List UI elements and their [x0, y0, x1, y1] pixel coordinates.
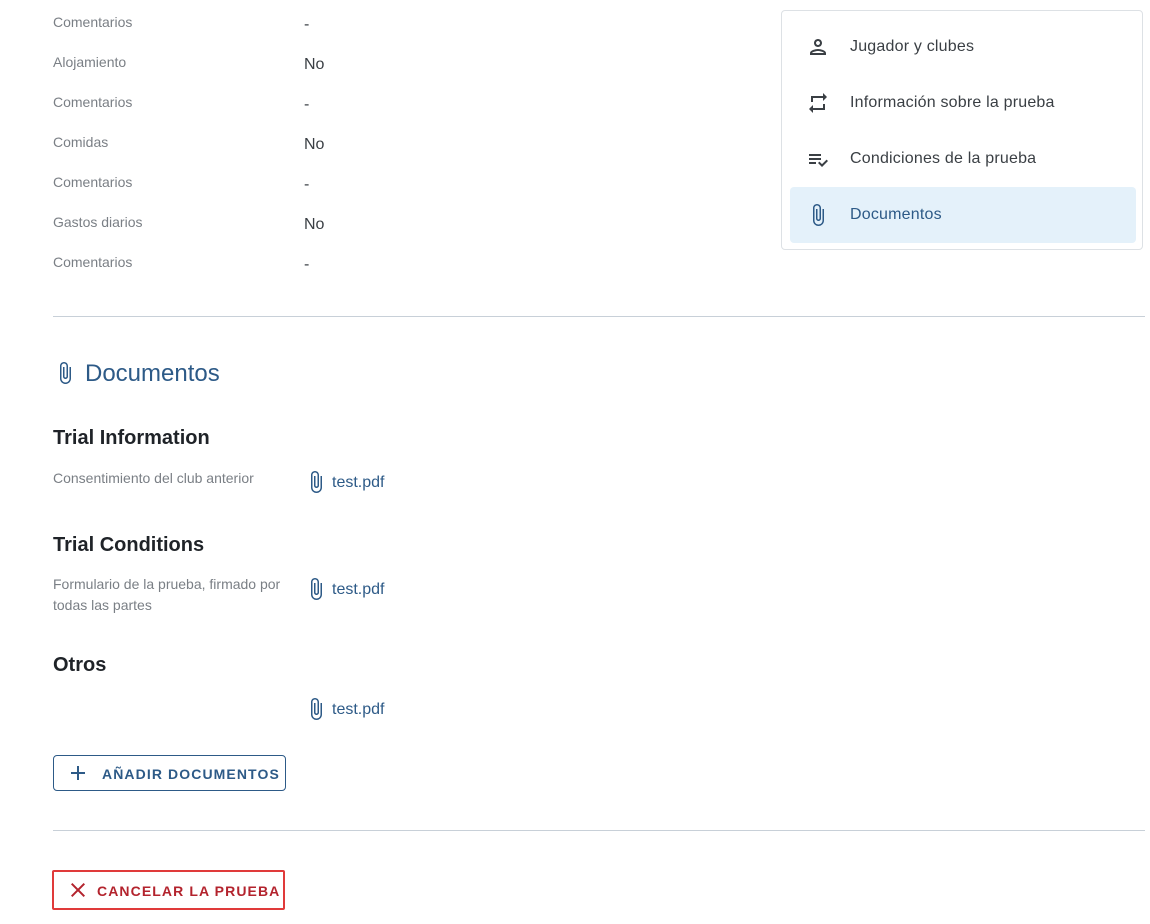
plus-icon [66, 761, 90, 785]
detail-value: - [304, 96, 310, 113]
detail-value: - [304, 176, 310, 193]
nav-item-documentos[interactable]: Documentos [790, 187, 1136, 243]
detail-row: Gastos diarios No [53, 208, 753, 248]
paperclip-icon [806, 203, 830, 227]
detail-value: - [304, 16, 310, 33]
nav-item-label: Información sobre la prueba [850, 94, 1055, 111]
detail-label: Comentarios [53, 254, 133, 270]
detail-row: Comentarios - [53, 248, 753, 288]
section-divider [53, 316, 1145, 317]
detail-value: No [304, 216, 325, 233]
add-documents-label: AÑADIR DOCUMENTOS [102, 766, 280, 782]
document-group-title: Otros [53, 654, 107, 676]
nav-item-label: Condiciones de la prueba [850, 150, 1037, 167]
nav-item-label: Jugador y clubes [850, 38, 975, 55]
detail-row: Alojamiento No [53, 48, 753, 88]
trial-detail-page: Comentarios - Alojamiento No Comentarios… [0, 0, 1150, 924]
detail-label: Alojamiento [53, 54, 127, 70]
detail-value: No [304, 136, 325, 153]
section-divider [53, 830, 1145, 831]
nav-item-label: Documentos [850, 206, 942, 223]
close-icon [66, 878, 90, 902]
detail-label: Comentarios [53, 14, 133, 30]
detail-row: Comentarios - [53, 168, 753, 208]
nav-item-jugador-y-clubes[interactable]: Jugador y clubes [790, 19, 1136, 75]
document-file-name: test.pdf [332, 701, 385, 718]
cancel-trial-label: CANCELAR LA PRUEBA [97, 883, 281, 899]
detail-label: Comidas [53, 134, 109, 150]
detail-label: Comentarios [53, 174, 133, 190]
nav-item-informacion-prueba[interactable]: Información sobre la prueba [790, 75, 1136, 131]
detail-row: Comentarios - [53, 8, 753, 48]
paperclip-icon [304, 697, 328, 721]
detail-row: Comidas No [53, 128, 753, 168]
cancel-trial-button[interactable]: CANCELAR LA PRUEBA [52, 870, 285, 910]
document-group-title: Trial Information [53, 427, 210, 449]
person-icon [806, 35, 830, 59]
detail-row: Comentarios - [53, 88, 753, 128]
document-label: Formulario de la prueba, firmado por tod… [53, 576, 281, 613]
nav-item-condiciones-prueba[interactable]: Condiciones de la prueba [790, 131, 1136, 187]
detail-value: No [304, 56, 325, 73]
add-documents-button[interactable]: AÑADIR DOCUMENTOS [53, 755, 286, 791]
document-label: Consentimiento del club anterior [53, 470, 254, 486]
paperclip-icon [304, 577, 328, 601]
detail-label: Gastos diarios [53, 214, 143, 230]
section-title-text: Documentos [85, 360, 220, 387]
document-file-name: test.pdf [332, 474, 385, 491]
detail-value: - [304, 256, 310, 273]
document-file-name: test.pdf [332, 581, 385, 598]
paperclip-icon [53, 361, 77, 385]
section-nav: Jugador y clubes Información sobre la pr… [781, 10, 1143, 250]
checklist-icon [806, 147, 830, 171]
paperclip-icon [304, 470, 328, 494]
document-group-title: Trial Conditions [53, 534, 205, 556]
swap-icon [806, 91, 830, 115]
detail-label: Comentarios [53, 94, 133, 110]
